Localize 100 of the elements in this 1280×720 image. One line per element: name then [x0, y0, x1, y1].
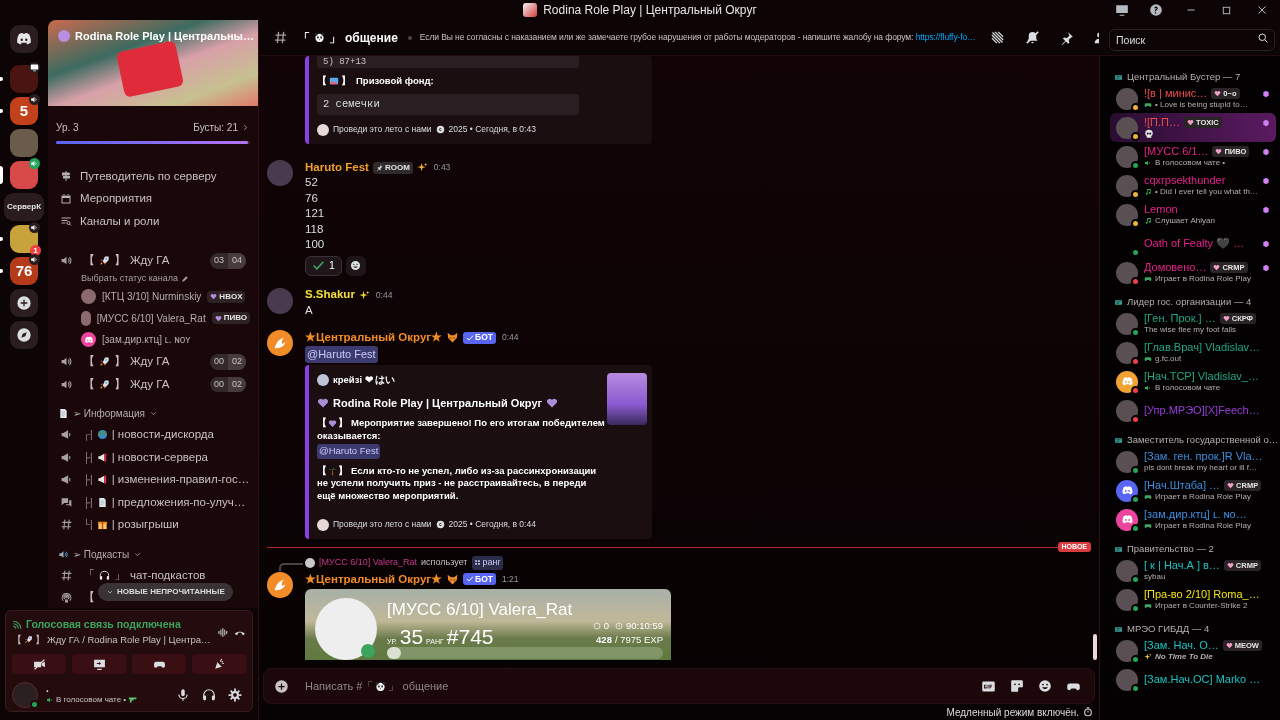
member-item[interactable]: Oath of Fealty 🖤 … — [1110, 229, 1276, 258]
upload-icon[interactable] — [274, 678, 289, 694]
channel-item[interactable]: ├| | предложения-по-улуч… — [56, 491, 250, 514]
embed-paragraph: 【 】 Мероприятие завершено! По его итогам победителем оказывается: — [317, 417, 606, 443]
boost-count-label[interactable]: Бусты: 21 — [193, 120, 238, 135]
reply-username[interactable]: [МУСС 6/10] Valera_Rat — [319, 556, 418, 570]
timestamp: 0:44 — [502, 331, 519, 344]
speaker-icon — [29, 94, 40, 105]
server-item[interactable]: 76 — [0, 257, 48, 285]
channel-item[interactable]: ├| | изменения-правил-гос… — [56, 468, 250, 491]
server-item[interactable]: 5 — [0, 97, 48, 125]
role-tag: HBOX — [207, 290, 246, 303]
page-icon — [58, 408, 69, 419]
channel-topic[interactable]: Если Вы не согласны с наказанием или же замечаете грубое нарушения от работы модераторов - напишите жалобу на форум: https://fluffy-fo… — [419, 31, 976, 44]
author-name[interactable]: ★Центральный Округ★ — [305, 328, 443, 347]
soundboard-button[interactable] — [192, 654, 246, 674]
search-icon — [1257, 31, 1269, 44]
category-header[interactable]: ➢ Подкасты — [73, 546, 130, 562]
channel-item[interactable]: ├| | новости-сервера — [56, 446, 250, 469]
monitor-icon[interactable] — [1115, 3, 1129, 17]
avatar — [1116, 116, 1138, 139]
add-reaction-button[interactable] — [345, 255, 366, 276]
avatar[interactable] — [267, 330, 293, 356]
member-item[interactable]: [Глав.Врач] Vladislav… g.fc.out — [1110, 338, 1276, 367]
role-icon — [1114, 72, 1123, 82]
member-item[interactable]: [зам.дир.ктц] ʟ. ɴᴏ… Играет в Rodina Role Play — [1110, 505, 1276, 534]
author-name[interactable]: Haruto Fest — [305, 158, 369, 177]
server-item[interactable]: 1 — [0, 225, 48, 253]
channel-item[interactable]: 【 】 Жду ГА 00 02 — [56, 350, 250, 373]
channel-item[interactable]: 【 】 Жду ГА 03 04 — [56, 249, 250, 272]
soundboard-icon — [212, 657, 226, 671]
voice-user[interactable]: [зам.дир.ктц] ʟ. ɴᴏʏ — [56, 329, 250, 351]
member-activity: В голосовом чате • — [1155, 158, 1226, 168]
xp-total: / 7975 EXP — [614, 632, 663, 647]
help-icon[interactable] — [1149, 3, 1163, 17]
reaction-button[interactable]: 1 — [305, 255, 342, 276]
game-controller-icon — [1144, 275, 1152, 283]
username[interactable]: . — [46, 684, 168, 694]
member-activity: Играет в Counter-Strike 2 — [1155, 601, 1248, 611]
picture-icon — [329, 76, 339, 87]
channel-item[interactable]: 【 — [56, 586, 99, 608]
settings-icon[interactable] — [228, 688, 242, 702]
notifications-off-icon[interactable] — [1024, 30, 1040, 45]
member-activity: g.fc.out — [1155, 354, 1182, 364]
member-name: [Зам.Нач.ОС] Marko … — [1144, 673, 1261, 686]
member-item[interactable]: cqxrpsekthunder • Did I ever tell you what th… — [1110, 171, 1276, 200]
rocket-icon — [99, 255, 110, 267]
member-item[interactable]: [Упр.МРЭО][X]Feech… — [1110, 396, 1276, 425]
timer-icon — [1083, 707, 1093, 717]
channel-status[interactable]: Выбрать статус канала — [81, 272, 179, 286]
discord-logo-icon — [1120, 375, 1134, 388]
member-activity: В голосовом чате — [1155, 383, 1221, 393]
author-name[interactable]: ★Центральный Округ★ — [305, 570, 443, 588]
channel-item[interactable]: ┌| | новости-дискорда — [56, 423, 250, 446]
search-field[interactable]: Поиск — [1109, 28, 1275, 51]
activity-button[interactable] — [132, 654, 186, 674]
bot-tag: БОТ — [463, 573, 497, 586]
channel-item[interactable]: 【 】 Жду ГА 00 02 — [56, 373, 250, 396]
copyright-icon — [435, 125, 445, 135]
microphone-icon[interactable] — [176, 688, 190, 702]
camera-off-button[interactable] — [12, 654, 66, 674]
headphones-icon[interactable] — [202, 688, 216, 702]
category-header[interactable]: ➢ Информация — [73, 406, 145, 421]
close-icon[interactable] — [1256, 4, 1268, 16]
voice-location[interactable]: Жду ГА / Rodina Role Play | Центра… — [47, 632, 211, 647]
window-title: Rodina Role Play | Центральный Округ — [543, 2, 757, 19]
member-item[interactable]: [Пра-во 2/10] Roma_… Играет в Counter-Strike 2 — [1110, 585, 1276, 614]
emoji-icon[interactable] — [1038, 679, 1052, 693]
nav-item[interactable]: Путеводитель по серверу — [56, 165, 250, 188]
avatar[interactable] — [267, 571, 293, 598]
scrollbar-thumb[interactable] — [1093, 634, 1097, 660]
game-controller-icon — [1144, 493, 1152, 501]
channel-item[interactable]: └| | розыгрыши — [56, 513, 250, 536]
screen-share-button[interactable] — [72, 654, 126, 674]
member-item[interactable]: [Нач.ТСР] Vladislav_… В голосовом чате — [1110, 367, 1276, 396]
command-mention[interactable]: ранг — [471, 556, 503, 570]
topic-link[interactable]: https://fluffy-fo… — [915, 32, 976, 43]
voice-user[interactable]: [КТЦ 3/10] Nurminskiy HBOX — [56, 286, 250, 308]
member-item[interactable]: [Зам. ген. прок.]R Vla… pls dont break my heart or ill f… — [1110, 447, 1276, 476]
user-mention[interactable]: @Haruto Fest — [317, 444, 381, 459]
member-name: [Глав.Врач] Vladislav… — [1144, 341, 1261, 354]
music-note-icon — [1144, 217, 1152, 225]
nav-item[interactable]: Каналы и роли — [56, 210, 250, 233]
pin-icon[interactable] — [1059, 30, 1074, 45]
voice-user[interactable]: [МУСС 6/10] Valera_Rat ПИВО — [56, 307, 250, 329]
sticker-icon[interactable] — [1010, 679, 1024, 693]
new-unread-button[interactable]: НОВЫЕ НЕПРОЧИТАННЫЕ — [98, 583, 233, 601]
author-name[interactable]: S.Shakur — [305, 286, 355, 304]
user-mention[interactable]: @Haruto Fest — [305, 346, 378, 363]
member-item[interactable]: [Зам.Нач.ОС] Marko … — [1110, 665, 1276, 694]
message-text: 121 — [305, 206, 326, 221]
voice-time: 90:10:59 — [626, 618, 663, 633]
avatar — [1116, 588, 1138, 611]
maximize-icon[interactable] — [1221, 4, 1232, 16]
nav-item[interactable]: Мероприятия — [56, 187, 250, 210]
member-name: ![в | минис… — [1144, 87, 1208, 100]
threads-icon[interactable] — [989, 30, 1005, 45]
server-name[interactable]: Rodina Role Play | Центральны… — [75, 28, 254, 45]
member-item[interactable]: Lemon Слушает Ahiyan — [1110, 200, 1276, 229]
message-field[interactable]: Написать #「 」 общение — [263, 668, 1095, 704]
